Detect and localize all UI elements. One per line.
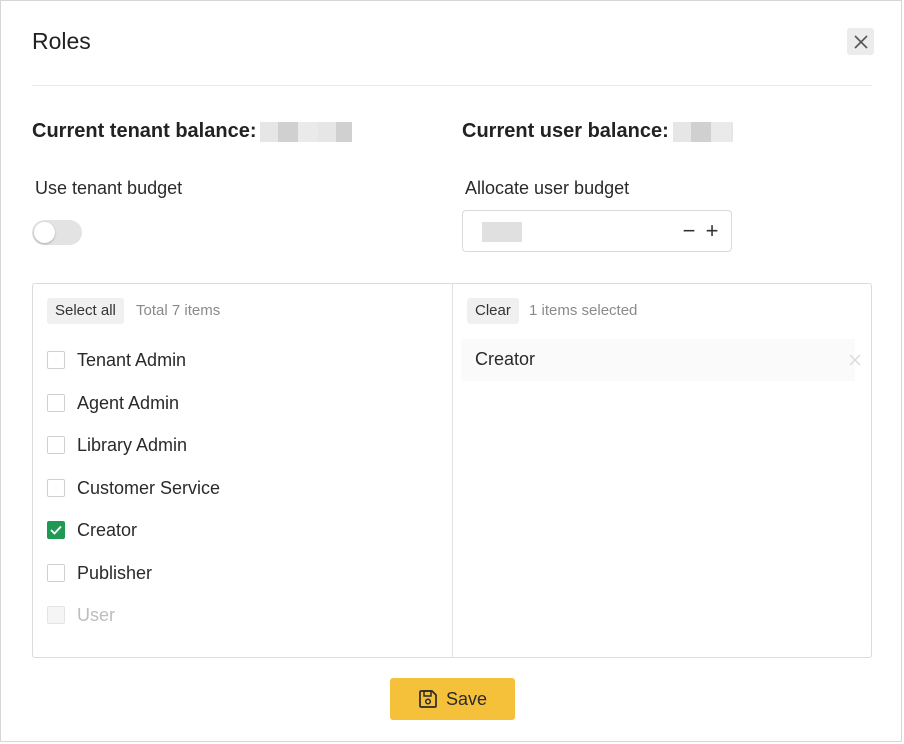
checkbox[interactable] [47,436,65,454]
checkbox-checked[interactable] [47,521,65,539]
header-divider [32,85,872,86]
option-label: User [77,604,116,625]
tenant-budget-toggle[interactable] [32,220,82,245]
checkbox[interactable] [47,479,65,497]
option-label: Library Admin [77,434,188,455]
option-publisher[interactable]: Publisher [47,561,152,585]
select-all-button[interactable]: Select all [47,298,124,324]
option-library-admin[interactable]: Library Admin [47,433,187,457]
checkbox[interactable] [47,351,65,369]
option-label: Tenant Admin [77,349,187,370]
remove-icon[interactable] [847,352,863,368]
tenant-budget-label: Use tenant budget [35,178,183,198]
selected-item-label: Creator [475,349,536,369]
decrement-button[interactable]: − [679,219,699,243]
user-balance: Current user balance: [462,120,733,143]
option-user: User [47,603,115,627]
selected-item-row: Creator [461,339,861,381]
option-creator[interactable]: Creator [47,518,137,542]
option-label: Creator [77,519,138,540]
clear-button[interactable]: Clear [467,298,519,324]
tenant-balance: Current tenant balance: [32,120,353,143]
user-balance-label: Current user balance: [462,120,669,142]
checkbox-disabled [47,606,65,624]
checkbox[interactable] [47,564,65,582]
user-budget-stepper[interactable]: − + [462,210,732,252]
user-budget-label: Allocate user budget [465,178,630,198]
checkmark-icon [50,525,62,535]
checkbox[interactable] [47,394,65,412]
role-transfer: Select all Total 7 items Tenant Admin Ag… [32,283,872,658]
modal-title: Roles [32,28,91,54]
tenant-balance-label: Current tenant balance: [32,120,257,142]
selected-items-count: 1 items selected [529,302,638,319]
total-items-count: Total 7 items [136,302,221,319]
save-button[interactable]: Save [390,678,515,720]
close-button[interactable] [847,28,874,55]
option-agent-admin[interactable]: Agent Admin [47,391,179,415]
user-balance-redacted [672,121,733,142]
increment-button[interactable]: + [702,219,722,243]
option-tenant-admin[interactable]: Tenant Admin [47,348,186,372]
selected-item: Creator [453,339,871,381]
option-customer-service[interactable]: Customer Service [47,476,220,500]
option-label: Customer Service [77,477,221,498]
tenant-balance-redacted [260,121,353,142]
toggle-knob [34,222,55,243]
close-icon [853,34,868,49]
save-label: Save [445,688,488,709]
roles-modal: Roles Current tenant balance: Current us… [0,0,902,742]
save-icon [419,690,437,708]
option-label: Publisher [77,562,153,583]
user-budget-value-redacted[interactable] [482,222,522,242]
option-label: Agent Admin [77,392,180,413]
